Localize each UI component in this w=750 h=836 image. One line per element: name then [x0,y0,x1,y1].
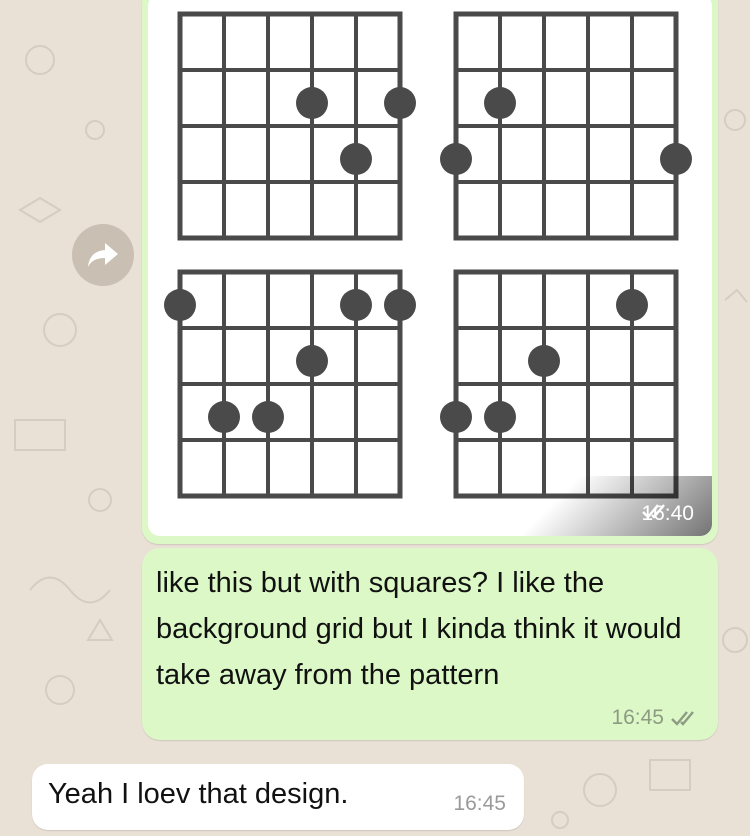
forward-button[interactable] [72,224,134,286]
chord-1-finger-dot [340,143,372,175]
double-check-icon [642,504,666,519]
chord-2-finger-dot [484,87,516,119]
double-check-icon [671,711,694,726]
chord-1-finger-dot [296,87,328,119]
chord-4-finger-dot [440,401,472,433]
message-text: like this but with squares? I like the b… [156,567,682,691]
text-message-meta: 16:45 [611,706,700,730]
chord-3-finger-dot [208,401,240,433]
message-text: Yeah I loev that design. [48,778,349,810]
chord-3-finger-dot [384,289,416,321]
chord-2-finger-dot [660,143,692,175]
message-time: 16:45 [453,792,506,815]
chord-diagrams [164,11,692,499]
chord-4-finger-dot [484,401,516,433]
outgoing-text-message[interactable]: like this but with squares? I like the b… [142,548,718,740]
chord-3-finger-dot [296,345,328,377]
chord-2-finger-dot [440,143,472,175]
forward-arrow-icon [88,243,118,267]
outgoing-image-message[interactable]: 16:40 [142,0,718,544]
chord-4-finger-dot [528,345,560,377]
chord-diagrams-image[interactable]: 16:40 [148,0,712,536]
image-message-meta: 16:40 [641,502,694,526]
chord-4-finger-dot [616,289,648,321]
message-time: 16:45 [611,706,664,729]
chord-3-finger-dot [252,401,284,433]
chord-3-finger-dot [340,289,372,321]
chord-3-finger-dot [164,289,196,321]
incoming-text-message[interactable]: Yeah I loev that design. 16:45 [32,764,524,830]
chord-1-finger-dot [384,87,416,119]
